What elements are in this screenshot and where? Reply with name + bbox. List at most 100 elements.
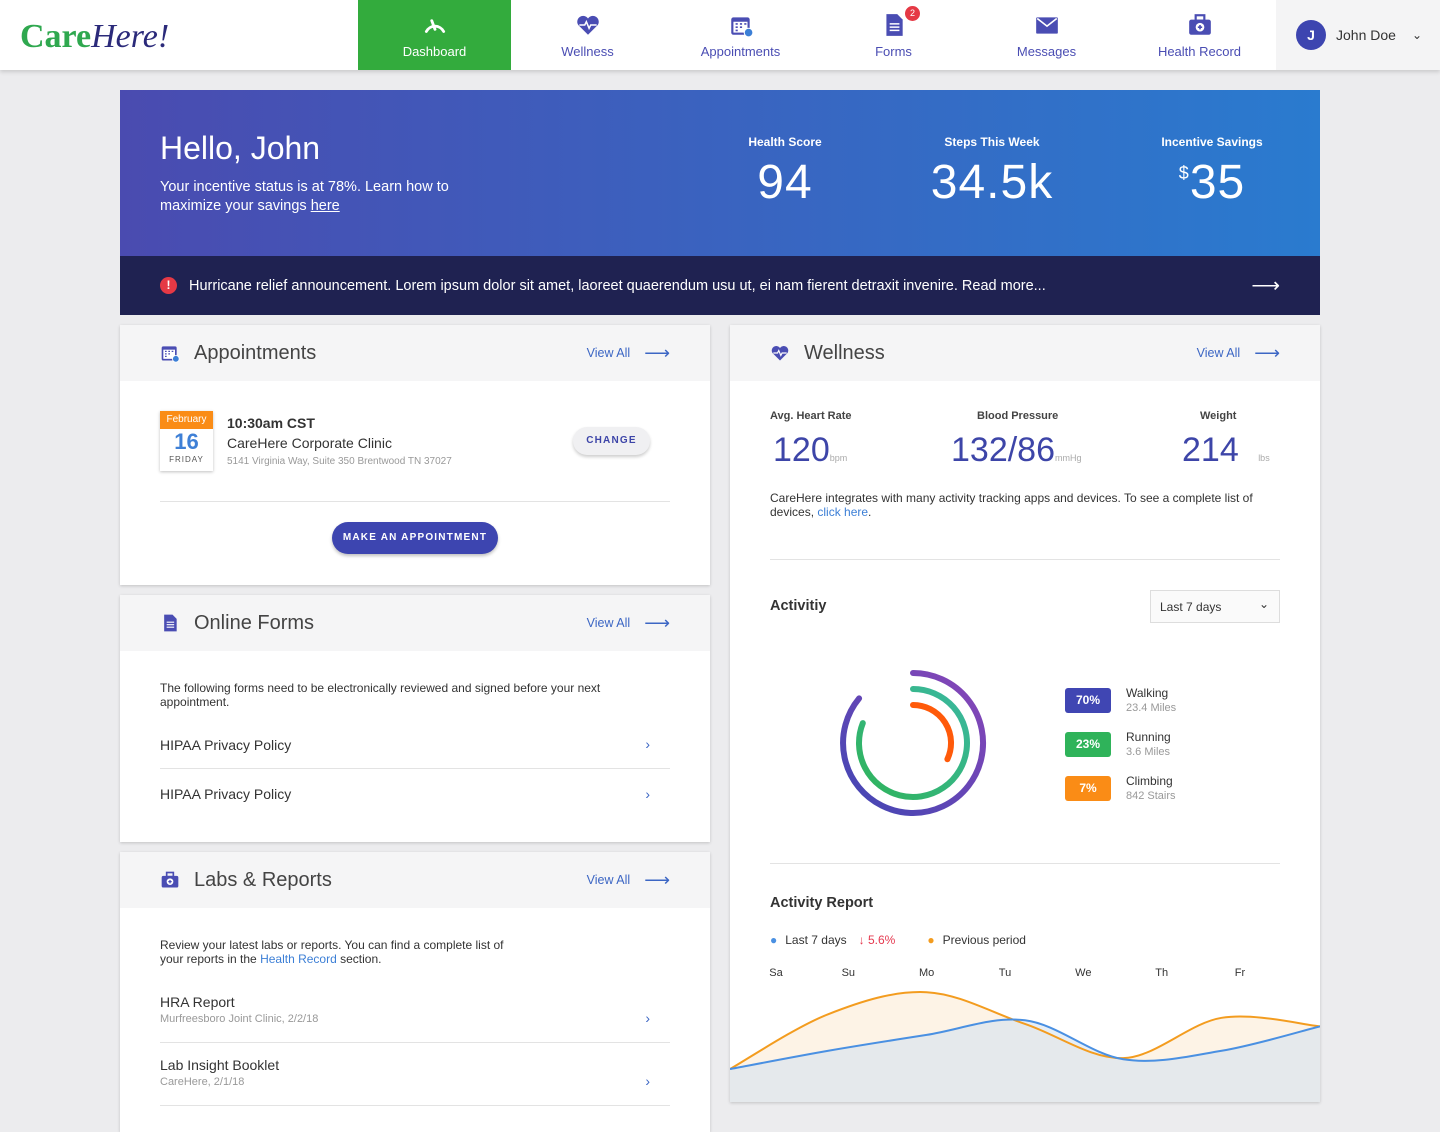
card-header: Labs & Reports View All ⟶: [120, 852, 710, 908]
view-all-appointments[interactable]: View All ⟶: [587, 343, 670, 364]
activity-title: Activitiy: [770, 598, 827, 614]
main-nav: Dashboard Wellness Appointments Forms 2 M…: [358, 0, 1276, 70]
form-item[interactable]: HIPAA Privacy Policy ›: [160, 769, 670, 818]
x-tick-label: Mo: [919, 967, 934, 979]
metric-unit: lbs: [1258, 453, 1270, 463]
heart-pulse-icon: [771, 345, 789, 361]
activity-detail: 3.6 Miles: [1126, 746, 1171, 758]
stat-value: 94: [757, 156, 813, 209]
activity-ring-walking: [840, 670, 987, 816]
report-item[interactable]: HRA Report Murfreesboro Joint Clinic, 2/2…: [160, 994, 670, 1043]
view-all-forms[interactable]: View All ⟶: [587, 613, 670, 634]
card-title: Wellness: [804, 341, 885, 364]
range-select[interactable]: Last 7 days ⌄: [1150, 590, 1280, 623]
chevron-right-icon: ›: [645, 1010, 650, 1026]
activity-detail: 842 Stairs: [1126, 790, 1176, 802]
card-header: Online Forms View All ⟶: [120, 595, 710, 651]
legend-label: Last 7 days: [785, 933, 847, 947]
legend-dot: ●: [927, 933, 935, 947]
metric-label: Avg. Heart Rate: [770, 410, 852, 422]
report-item[interactable]: Lab Insight Booklet CareHere, 2/1/18 ›: [160, 1057, 670, 1106]
arrow-right-icon[interactable]: ⟶: [1251, 273, 1280, 298]
medical-kit-icon: [161, 871, 179, 888]
activity-legend-climbing: 7% Climbing 842 Stairs: [1065, 774, 1176, 802]
card-title: Appointments: [194, 341, 317, 364]
metric-unit: bpm: [829, 453, 848, 463]
weight-value: 214 lbs: [1182, 431, 1270, 470]
card-header: Appointments View All ⟶: [120, 325, 710, 381]
stat-label: Health Score: [748, 135, 822, 149]
form-item[interactable]: HIPAA Privacy Policy ›: [160, 720, 670, 769]
activity-rings: [840, 670, 987, 816]
avatar: J: [1296, 20, 1326, 50]
chevron-down-icon: ⌄: [1258, 597, 1269, 611]
x-tick-label: Th: [1155, 967, 1168, 979]
view-all-label: View All: [586, 873, 631, 887]
form-title: HIPAA Privacy Policy: [160, 737, 292, 753]
steps-stat: Steps This Week 34.5k: [892, 135, 1092, 210]
blood-pressure-value: 132/86mmHg: [951, 431, 1082, 470]
user-menu[interactable]: J John Doe ⌄: [1276, 0, 1440, 70]
nav-forms[interactable]: Forms 2: [817, 0, 970, 70]
view-all-label: View All: [586, 616, 631, 630]
incentive-message: Your incentive status is at 78%. Learn h…: [160, 178, 480, 216]
devices-note: CareHere integrates with many activity t…: [770, 491, 1270, 519]
carehere-logo[interactable]: CareHere!: [20, 18, 169, 56]
date-badge: February 16 FRIDAY: [160, 411, 213, 471]
online-forms-card: Online Forms View All ⟶ The following form…: [120, 595, 710, 842]
devices-link[interactable]: click here: [817, 505, 868, 519]
percent-pill: 7%: [1065, 775, 1111, 801]
nav-messages[interactable]: Messages: [970, 0, 1123, 70]
report-subtitle: Murfreesboro Joint Clinic, 2/2/18: [160, 1013, 319, 1025]
medical-kit-icon: [1188, 13, 1211, 35]
document-icon: [885, 13, 903, 36]
savings-link[interactable]: here: [311, 198, 340, 214]
activity-report-title: Activity Report: [770, 895, 874, 911]
percent-pill: 70%: [1065, 687, 1111, 713]
wellness-card: Wellness View All ⟶ Avg. Heart Rate 120bpm…: [730, 325, 1320, 1102]
card-header: Wellness View All ⟶: [730, 325, 1320, 381]
report-title: Lab Insight Booklet: [160, 1057, 280, 1073]
arrow-right-icon: ⟶: [644, 612, 670, 633]
card-title: Labs & Reports: [194, 868, 332, 891]
metric-label: Weight: [1200, 410, 1237, 422]
make-appointment-button[interactable]: MAKE AN APPOINTMENT: [332, 522, 498, 554]
divider: [160, 501, 670, 502]
labs-reports-card: Labs & Reports View All ⟶ Review your late…: [120, 852, 710, 1132]
calendar-icon: [730, 16, 753, 37]
incentive-text: Your incentive status is at 78%. Learn h…: [160, 179, 449, 214]
report-title: HRA Report: [160, 994, 235, 1010]
chevron-down-icon: ⌄: [1411, 28, 1422, 42]
legend-dot: ●: [770, 933, 778, 947]
nav-label: Forms: [875, 43, 912, 59]
nav-health-record[interactable]: Health Record: [1123, 0, 1276, 70]
chevron-right-icon: ›: [645, 785, 650, 802]
date-weekday: FRIDAY: [169, 455, 204, 464]
percent-pill: 23%: [1065, 731, 1111, 757]
card-title: Online Forms: [194, 611, 315, 634]
forms-intro: The following forms need to be electroni…: [160, 681, 601, 709]
activity-ring-climbing: [910, 702, 954, 763]
announcement-bar[interactable]: ! Hurricane relief announcement. Lorem ip…: [120, 256, 1320, 315]
nav-dashboard[interactable]: Dashboard: [358, 0, 511, 70]
gauge-icon: [424, 18, 445, 33]
view-all-wellness[interactable]: View All ⟶: [1197, 343, 1280, 364]
form-title: HIPAA Privacy Policy: [160, 786, 292, 802]
metric-label: Blood Pressure: [977, 410, 1059, 422]
activity-legend-running: 23% Running 3.6 Miles: [1065, 730, 1171, 758]
metric-unit: mmHg: [1055, 453, 1082, 463]
change-appointment-button[interactable]: CHANGE: [573, 427, 650, 455]
health-score-stat: Health Score 94: [685, 135, 885, 210]
intro-text: section.: [336, 952, 382, 966]
nav-appointments[interactable]: Appointments: [664, 0, 817, 70]
nav-wellness[interactable]: Wellness: [511, 0, 664, 70]
logo-text: Care: [20, 18, 92, 55]
view-all-labs[interactable]: View All ⟶: [587, 870, 670, 891]
forms-count-badge: 2: [905, 6, 920, 21]
activity-legend-walking: 70% Walking 23.4 Miles: [1065, 686, 1176, 714]
date-month: February: [160, 411, 213, 429]
x-tick-label: We: [1075, 967, 1091, 979]
view-all-label: View All: [1196, 346, 1241, 360]
stat-label: Steps This Week: [944, 135, 1040, 149]
health-record-link[interactable]: Health Record: [260, 952, 337, 966]
